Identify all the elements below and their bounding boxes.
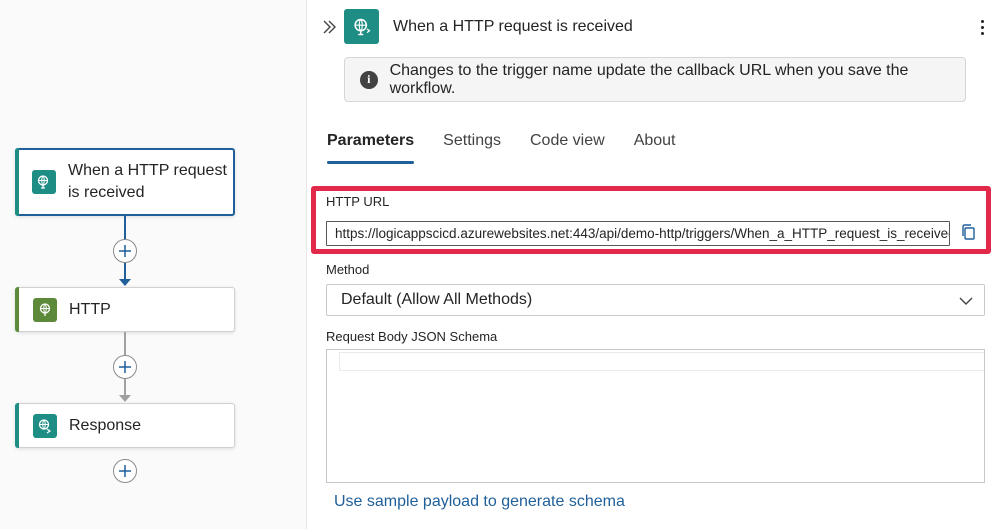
- action-node-http[interactable]: HTTP: [15, 287, 235, 332]
- tab-code-view[interactable]: Code view: [530, 130, 605, 164]
- method-dropdown[interactable]: Default (Allow All Methods): [326, 284, 985, 316]
- schema-editor[interactable]: [326, 349, 985, 483]
- node-accent-bar: [15, 287, 19, 332]
- http-url-label: HTTP URL: [326, 194, 390, 209]
- more-options-button[interactable]: [974, 14, 990, 40]
- panel-title[interactable]: When a HTTP request is received: [393, 16, 633, 38]
- node-accent-bar: [15, 148, 19, 216]
- double-chevron-right-icon: [323, 20, 336, 34]
- method-label: Method: [326, 262, 370, 277]
- connector-arrow: [119, 279, 131, 286]
- method-selected-value: Default (Allow All Methods): [341, 291, 533, 308]
- insert-step-button[interactable]: [113, 355, 137, 379]
- more-dot: [980, 31, 984, 35]
- node-accent-bar: [15, 403, 19, 448]
- http-request-trigger-icon: [32, 170, 56, 194]
- designer-canvas: When a HTTP request is received HTTP Res…: [0, 0, 306, 529]
- schema-label: Request Body JSON Schema: [326, 329, 498, 344]
- more-dot: [980, 25, 984, 29]
- chevron-down-icon: [959, 297, 973, 305]
- tab-about[interactable]: About: [634, 130, 676, 164]
- trigger-node-label-line1: When a HTTP request: [68, 162, 227, 179]
- trigger-node-label-line2: is received: [68, 184, 145, 201]
- info-message-bar: i Changes to the trigger name update the…: [344, 57, 966, 102]
- http-node-label: HTTP: [69, 300, 111, 318]
- collapse-panel-button[interactable]: [319, 16, 339, 38]
- generate-schema-link[interactable]: Use sample payload to generate schema: [334, 493, 625, 511]
- http-action-icon: [33, 297, 57, 322]
- insert-step-button[interactable]: [113, 239, 137, 263]
- copy-icon: [962, 224, 975, 240]
- info-message-text: Changes to the trigger name update the c…: [389, 61, 909, 97]
- editor-current-line: [339, 352, 984, 371]
- trigger-node-http-request[interactable]: When a HTTP request is received: [15, 148, 235, 216]
- panel-tabs: Parameters Settings Code view About: [327, 130, 705, 166]
- trigger-node-label: When a HTTP request is received: [68, 160, 227, 204]
- more-dot: [980, 19, 984, 23]
- response-node-label: Response: [69, 416, 142, 434]
- action-node-response[interactable]: Response: [15, 403, 235, 448]
- http-request-trigger-icon: [344, 9, 379, 44]
- response-icon: [33, 413, 57, 438]
- http-url-field[interactable]: https://logicappscicd.azurewebsites.net:…: [326, 221, 950, 246]
- tab-settings[interactable]: Settings: [443, 130, 501, 164]
- tab-parameters[interactable]: Parameters: [327, 130, 415, 164]
- info-icon: i: [360, 70, 378, 89]
- connector-arrow: [119, 395, 131, 402]
- details-panel: When a HTTP request is received i Change…: [306, 0, 997, 529]
- add-step-button[interactable]: [113, 459, 137, 483]
- copy-url-button[interactable]: [957, 221, 979, 243]
